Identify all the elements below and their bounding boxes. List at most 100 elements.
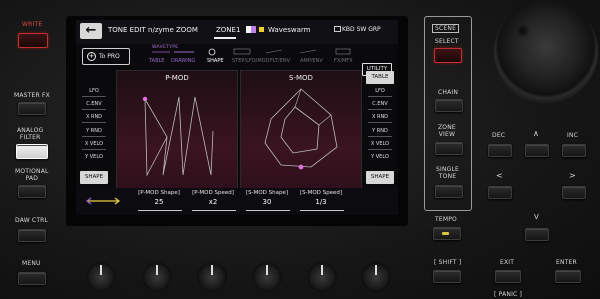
left-shape-button[interactable]: SHAPE	[80, 171, 108, 184]
master-fx-label: MASTER FX	[14, 92, 50, 99]
value-dial[interactable]	[494, 0, 598, 104]
display-screen: ← TONE EDIT n/zyme ZOOM ZONE1 Waveswarm …	[76, 20, 398, 215]
zone-view-button[interactable]	[435, 142, 463, 155]
motional-pad-button[interactable]	[18, 185, 46, 198]
divider	[82, 122, 106, 123]
left-c-env[interactable]: C.ENV	[79, 101, 109, 107]
param-value: x2	[208, 198, 218, 206]
smod-shape	[264, 88, 338, 170]
knob-2[interactable]	[142, 262, 172, 292]
right-y-rnd[interactable]: Y RND	[365, 128, 395, 134]
inc-button[interactable]	[562, 144, 586, 157]
right-c-env[interactable]: C.ENV	[365, 101, 395, 107]
tab-fx-mfx[interactable]: FX/MFX	[334, 58, 353, 64]
daw-ctrl-button[interactable]	[18, 229, 46, 242]
tab-indicators	[152, 48, 351, 56]
divider	[138, 210, 182, 211]
zone-label: ZONE1	[216, 26, 241, 34]
divider	[82, 96, 106, 97]
tone-color-icon	[259, 27, 264, 32]
tab-shape[interactable]: SHAPE	[207, 58, 224, 64]
tab-step-lfo-mod[interactable]: STEP/LFO/MOD	[232, 58, 269, 64]
chain-label: CHAIN	[438, 89, 459, 96]
analog-filter-label: ANALOG FILTER	[17, 127, 44, 141]
left-y-velo[interactable]: Y VELO	[79, 154, 109, 160]
right-button[interactable]	[562, 186, 586, 199]
enter-button[interactable]	[555, 270, 581, 283]
keyboard-icon	[334, 26, 341, 32]
knob-1[interactable]	[86, 262, 116, 292]
to-pro-button[interactable]: + To PRO	[82, 48, 130, 65]
knob-4[interactable]	[252, 262, 282, 292]
tab-flt-env[interactable]: FLT/ENV	[270, 58, 290, 64]
back-button[interactable]: ←	[80, 23, 102, 39]
double-arrow-icon	[86, 197, 120, 205]
right-y-velo[interactable]: Y VELO	[365, 154, 395, 160]
smod-graph[interactable]: S-MOD	[240, 70, 362, 202]
right-x-rnd[interactable]: X RND	[365, 114, 395, 120]
dec-button[interactable]	[488, 144, 512, 157]
shift-button[interactable]	[433, 270, 461, 283]
right-table-button[interactable]: TABLE	[366, 71, 394, 84]
exit-button[interactable]	[495, 270, 521, 283]
scene-section	[424, 16, 472, 211]
right-lfo[interactable]: LFO	[365, 88, 395, 94]
divider	[368, 122, 392, 123]
left-x-rnd[interactable]: X RND	[79, 114, 109, 120]
divider	[246, 210, 290, 211]
menu-button[interactable]	[18, 272, 46, 285]
tempo-button[interactable]	[433, 227, 461, 240]
pmod-shape	[142, 96, 214, 177]
divider	[82, 149, 106, 150]
param-smod-speed[interactable]: [S-MOD Speed] 1/3	[296, 190, 346, 206]
param-pmod-shape[interactable]: [P-MOD Shape] 25	[134, 190, 184, 206]
zone-indicator	[214, 37, 236, 39]
analog-filter-button[interactable]	[16, 144, 48, 159]
divider	[82, 136, 106, 137]
left-y-rnd[interactable]: Y RND	[79, 128, 109, 134]
select-button[interactable]	[434, 48, 462, 63]
dial-dimple	[516, 24, 529, 37]
tab-row: + To PRO WAVETYPE TABLE DRAWING SHAPE ST…	[76, 44, 398, 76]
knob-6[interactable]	[361, 262, 391, 292]
down-button[interactable]	[525, 228, 549, 241]
up-button[interactable]	[525, 144, 549, 157]
param-name: [S-MOD Speed]	[299, 190, 343, 196]
param-smod-shape[interactable]: [S-MOD Shape] 30	[242, 190, 292, 206]
param-value: 25	[154, 198, 164, 206]
kbd-sw-grp-label: KBD SW GRP	[342, 26, 381, 33]
right-x-velo[interactable]: X VELO	[365, 141, 395, 147]
param-value: 30	[262, 198, 272, 206]
back-arrow-icon: ←	[85, 23, 97, 38]
right-shape-button[interactable]: SHAPE	[366, 171, 394, 184]
master-fx-button[interactable]	[18, 102, 46, 115]
param-name: [P-MOD Shape]	[138, 190, 180, 196]
write-button[interactable]	[18, 33, 48, 48]
pmod-graph[interactable]: P-MOD	[116, 70, 238, 202]
page-title: TONE EDIT n/zyme ZOOM	[108, 26, 198, 34]
divider	[300, 210, 344, 211]
left-button[interactable]	[488, 186, 512, 199]
motional-pad-label: MOTIONAL PAD	[15, 168, 49, 182]
to-pro-label: To PRO	[99, 53, 120, 60]
single-tone-label: SINGLE TONE	[436, 166, 460, 180]
tempo-led-icon	[442, 232, 449, 235]
tab-amp-env[interactable]: AMP/ENV	[300, 58, 323, 64]
tab-table[interactable]: TABLE	[149, 58, 164, 64]
divider	[192, 210, 236, 211]
tab-drawing[interactable]: DRAWING	[171, 58, 195, 64]
chain-button[interactable]	[435, 99, 463, 112]
param-name: [S-MOD Shape]	[245, 190, 289, 196]
knob-3[interactable]	[197, 262, 227, 292]
single-tone-button[interactable]	[435, 185, 463, 198]
knob-5[interactable]	[307, 262, 337, 292]
param-value: 1/3	[315, 198, 327, 206]
left-x-velo[interactable]: X VELO	[79, 141, 109, 147]
left-lfo[interactable]: LFO	[79, 88, 109, 94]
knob-pointer-icon	[100, 265, 102, 275]
daw-ctrl-label: DAW CTRL	[15, 217, 49, 224]
synth-panel: WRITE MASTER FX ANALOG FILTER MOTIONAL P…	[0, 0, 600, 299]
write-label: WRITE	[22, 21, 43, 28]
param-pmod-speed[interactable]: [P-MOD Speed] x2	[188, 190, 238, 206]
parameter-bar: [P-MOD Shape] 25 [P-MOD Speed] x2 [S-MOD…	[76, 188, 398, 215]
